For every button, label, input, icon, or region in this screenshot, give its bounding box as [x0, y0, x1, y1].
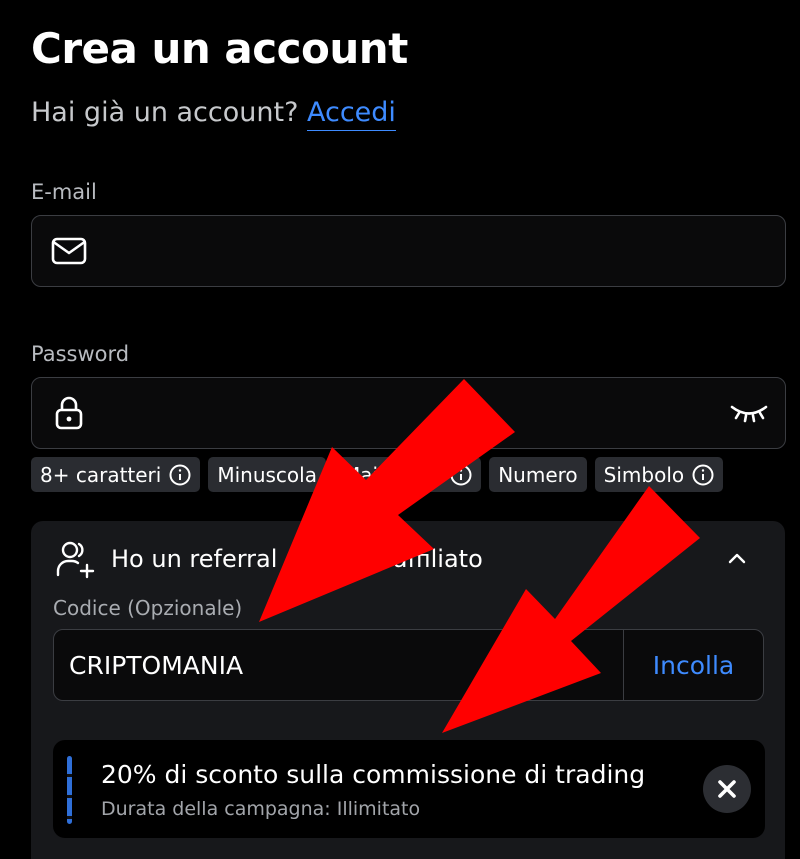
- requirement-chip: Simbolo: [594, 457, 724, 492]
- requirement-chip: Numero: [489, 457, 587, 492]
- close-icon: [716, 778, 738, 800]
- password-input[interactable]: [106, 378, 715, 448]
- chevron-up-icon[interactable]: [725, 547, 749, 571]
- password-field[interactable]: [31, 377, 786, 449]
- info-icon[interactable]: [169, 464, 191, 486]
- requirement-chip: Minuscola: [208, 457, 326, 492]
- have-account-text: Hai già un account?: [31, 97, 299, 128]
- referral-code-label: Codice (Opzionale): [53, 596, 243, 620]
- requirement-label: Numero: [498, 462, 578, 487]
- requirement-chip: Maiuscola: [333, 457, 482, 492]
- password-requirements: 8+ caratteri Minuscola Maiuscola Numero …: [31, 457, 724, 492]
- promo-accent-bar: [67, 756, 72, 824]
- info-icon[interactable]: [692, 464, 714, 486]
- password-label: Password: [31, 342, 130, 366]
- referral-panel: Ho un referral o codice affiliato Codice…: [31, 521, 785, 859]
- referral-code-field[interactable]: CRIPTOMANIA Incolla: [53, 629, 764, 701]
- requirement-label: 8+ caratteri: [40, 462, 162, 487]
- signup-page: Crea un account Hai già un account? Acce…: [0, 0, 800, 859]
- referral-title: Ho un referral o codice affiliato: [111, 545, 483, 573]
- login-prompt: Hai già un account? Accedi: [31, 97, 396, 131]
- promo-subtitle: Durata della campagna: Illimitato: [101, 798, 421, 820]
- requirement-label: Minuscola: [217, 462, 317, 487]
- email-field[interactable]: [31, 215, 786, 287]
- eye-closed-icon[interactable]: [729, 398, 769, 428]
- referral-code-input[interactable]: CRIPTOMANIA: [54, 630, 623, 700]
- page-title: Crea un account: [31, 24, 408, 73]
- requirement-label: Maiuscola: [342, 462, 443, 487]
- email-label: E-mail: [31, 180, 97, 204]
- mail-icon: [50, 232, 88, 270]
- paste-button[interactable]: Incolla: [623, 630, 763, 700]
- person-add-icon: [55, 539, 95, 579]
- info-icon[interactable]: [450, 464, 472, 486]
- login-link[interactable]: Accedi: [307, 97, 396, 131]
- promo-card: 20% di sconto sulla commissione di tradi…: [53, 740, 765, 838]
- referral-toggle[interactable]: Ho un referral o codice affiliato: [55, 537, 765, 581]
- promo-title: 20% di sconto sulla commissione di tradi…: [101, 760, 646, 789]
- requirement-chip: 8+ caratteri: [31, 457, 201, 492]
- close-button[interactable]: [703, 765, 751, 813]
- lock-icon: [50, 394, 88, 432]
- requirement-label: Simbolo: [603, 462, 685, 487]
- email-input[interactable]: [106, 216, 715, 286]
